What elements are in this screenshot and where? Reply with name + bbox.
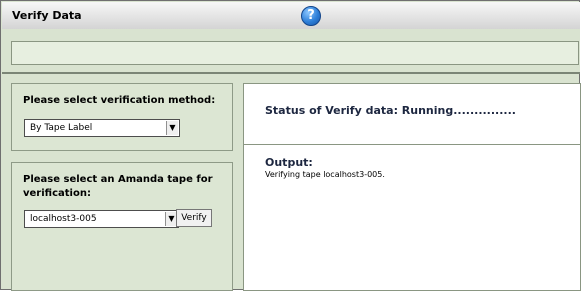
method-prompt: Please select verification method: [23, 95, 216, 106]
status-area: Status of Verify data: Running..........… [244, 84, 580, 145]
results-panel: Status of Verify data: Running..........… [243, 83, 581, 291]
verification-method-value: By Tape Label [30, 123, 93, 133]
tape-prompt-line-2: verification: [23, 188, 91, 199]
top-band-field [11, 41, 579, 65]
chevron-down-icon[interactable]: ▼ [166, 121, 178, 135]
section-divider [2, 72, 580, 74]
verification-method-select[interactable]: By Tape Label ▼ [24, 119, 180, 137]
help-icon[interactable]: ? [301, 6, 321, 26]
amanda-tape-value: localhost3-005 [30, 214, 97, 224]
title-bar: Verify Data ? [2, 2, 580, 30]
status-text: Status of Verify data: Running..........… [265, 104, 516, 117]
verify-data-window: Verify Data ? Please select verification… [0, 0, 581, 291]
window-title: Verify Data [12, 9, 82, 22]
amanda-tape-select[interactable]: localhost3-005 ▼ [24, 210, 179, 228]
output-label: Output: [265, 156, 313, 169]
method-panel: Please select verification method: By Ta… [11, 83, 233, 151]
verify-button[interactable]: Verify [176, 209, 212, 227]
output-text: Verifying tape localhost3-005. [265, 170, 385, 179]
tape-prompt-line-1: Please select an Amanda tape for [23, 174, 213, 185]
